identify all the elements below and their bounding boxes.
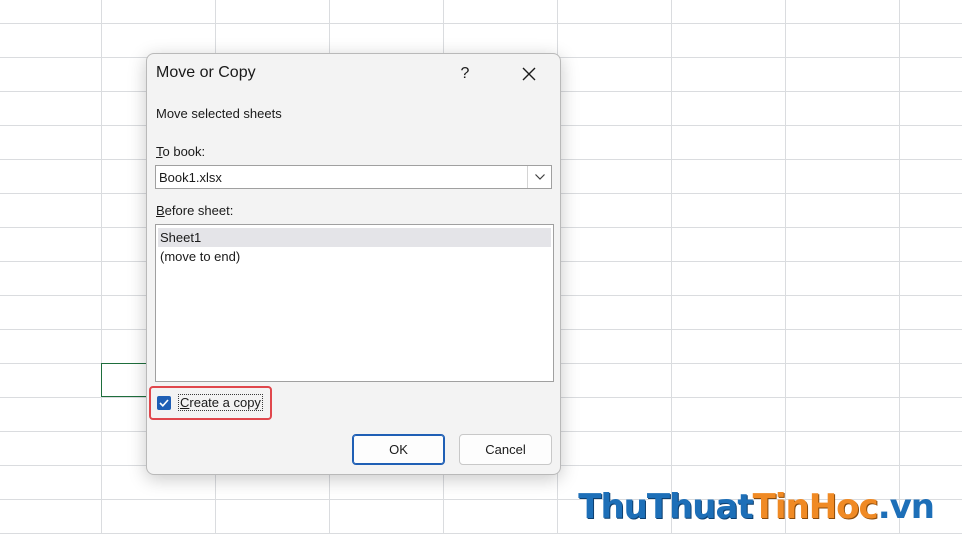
help-button[interactable]: ? bbox=[447, 60, 483, 88]
dialog-subtitle: Move selected sheets bbox=[156, 106, 282, 121]
create-copy-highlight[interactable]: Create a copy bbox=[149, 386, 272, 420]
create-copy-checkbox[interactable] bbox=[157, 396, 171, 410]
before-sheet-label-text: efore sheet: bbox=[164, 203, 234, 218]
chevron-down-icon bbox=[535, 174, 545, 180]
create-copy-label-text: reate a copy bbox=[189, 395, 261, 410]
close-icon bbox=[522, 67, 536, 81]
checkmark-icon bbox=[159, 399, 169, 407]
watermark-logo: ThuThuatTinHoc.vn bbox=[578, 487, 935, 527]
to-book-dropdown[interactable]: Book1.xlsx bbox=[155, 165, 552, 189]
dialog-titlebar[interactable]: Move or Copy ? bbox=[147, 54, 560, 94]
to-book-label: To book: bbox=[156, 144, 205, 159]
before-sheet-listbox[interactable]: Sheet1 (move to end) bbox=[155, 224, 554, 382]
watermark-part-2: TinHoc bbox=[752, 487, 879, 527]
before-sheet-label-mnemonic: B bbox=[156, 203, 165, 218]
watermark-part-3: .vn bbox=[877, 487, 935, 527]
to-book-value: Book1.xlsx bbox=[159, 170, 222, 185]
ok-button[interactable]: OK bbox=[352, 434, 445, 465]
create-copy-label[interactable]: Create a copy bbox=[178, 394, 263, 411]
list-item-move-to-end[interactable]: (move to end) bbox=[158, 247, 551, 266]
list-item-sheet1[interactable]: Sheet1 bbox=[158, 228, 551, 247]
cancel-button[interactable]: Cancel bbox=[459, 434, 552, 465]
create-copy-label-mnemonic: C bbox=[180, 395, 190, 410]
dialog-title: Move or Copy bbox=[156, 64, 256, 81]
to-book-label-text: o book: bbox=[162, 144, 206, 159]
dropdown-button[interactable] bbox=[527, 166, 551, 188]
move-or-copy-dialog: Move or Copy ? Move selected sheets To b… bbox=[146, 53, 561, 475]
before-sheet-label: Before sheet: bbox=[156, 203, 233, 218]
watermark-part-1: ThuThuat bbox=[578, 487, 753, 527]
close-button[interactable] bbox=[511, 60, 547, 88]
